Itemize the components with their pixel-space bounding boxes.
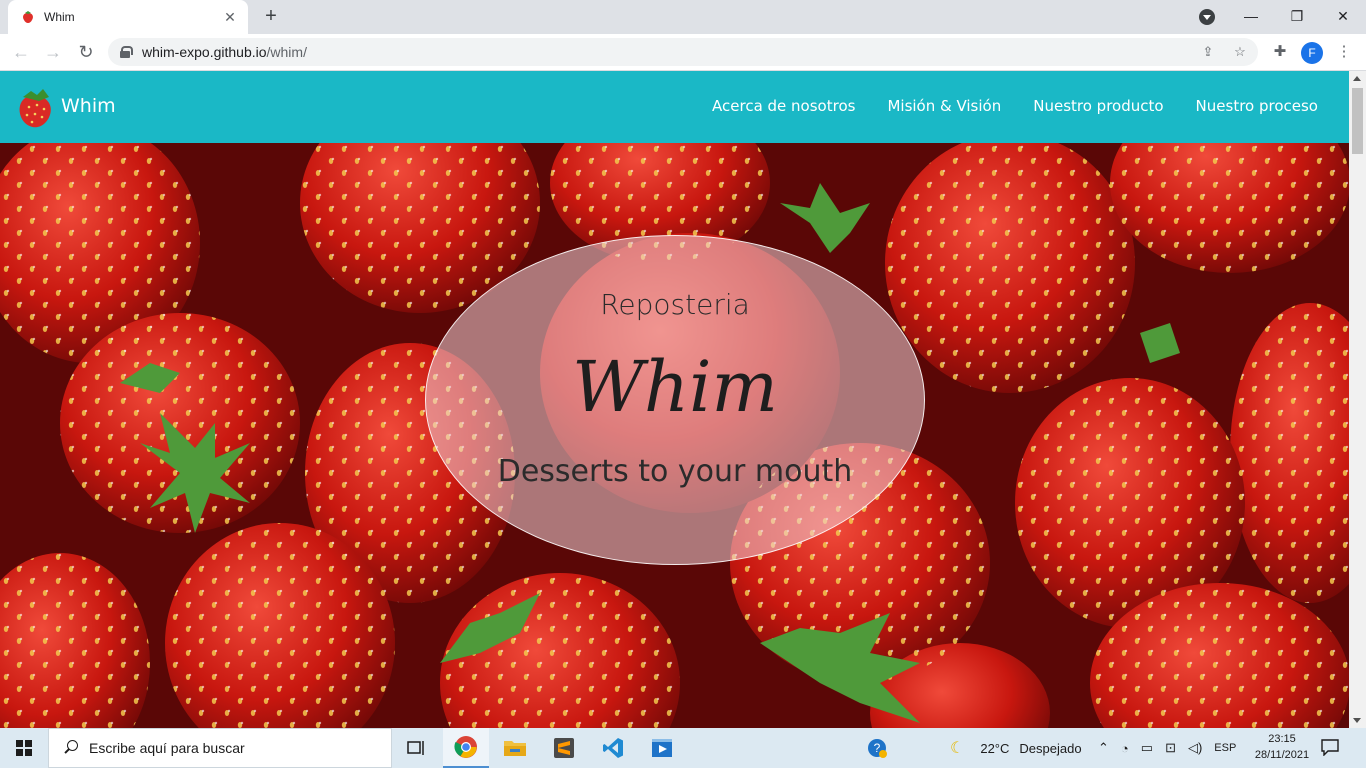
minimize-button[interactable]: — bbox=[1228, 0, 1274, 32]
url-host: whim-expo.github.io bbox=[142, 44, 267, 60]
hero-tagline: Desserts to your mouth bbox=[497, 454, 853, 489]
weather-desc: Despejado bbox=[1019, 740, 1082, 756]
site-navbar: Whim Acerca de nosotros Misión & Visión … bbox=[0, 71, 1349, 143]
weather-widget[interactable]: ☾ 22°C Despejado bbox=[950, 728, 1082, 768]
new-tab-button[interactable]: + bbox=[259, 5, 283, 29]
notifications-icon[interactable] bbox=[1320, 738, 1342, 758]
scroll-up-icon[interactable] bbox=[1353, 76, 1361, 81]
hero-oval-card: Reposteria Whim Desserts to your mouth bbox=[425, 235, 925, 565]
browser-tabstrip: Whim ✕ + — ❐ ✕ bbox=[0, 0, 1366, 34]
url-path: /whim/ bbox=[266, 44, 307, 60]
strawberry-logo-icon[interactable] bbox=[15, 85, 57, 129]
windows-logo-icon bbox=[16, 740, 32, 756]
vscode-icon[interactable] bbox=[590, 728, 636, 768]
strawberry-favicon-icon bbox=[23, 11, 33, 23]
volume-icon[interactable]: ◁) bbox=[1188, 740, 1202, 756]
help-icon[interactable]: ? bbox=[866, 728, 888, 768]
hero-section: Reposteria Whim Desserts to your mouth bbox=[0, 143, 1349, 728]
network-icon[interactable]: ⊡ bbox=[1165, 740, 1176, 756]
forward-arrow-icon[interactable]: → bbox=[41, 40, 65, 64]
tab-title: Whim bbox=[44, 10, 75, 24]
moon-icon: ☾ bbox=[950, 740, 965, 757]
file-explorer-icon[interactable] bbox=[492, 728, 538, 768]
nav-link-mission[interactable]: Misión & Visión bbox=[887, 97, 1001, 115]
search-placeholder: Escribe aquí para buscar bbox=[89, 740, 245, 756]
search-icon bbox=[63, 740, 79, 756]
start-button[interactable] bbox=[0, 728, 48, 768]
media-player-icon[interactable] bbox=[639, 728, 685, 768]
language-indicator[interactable]: ESP bbox=[1214, 742, 1236, 754]
system-tray: ⌃ ◔ ▭ ⊡ ◁) ESP bbox=[1098, 728, 1236, 768]
clock-date: 28/11/2021 bbox=[1254, 749, 1310, 761]
nav-link-process[interactable]: Nuestro proceso bbox=[1196, 97, 1318, 115]
bookmark-star-icon[interactable]: ☆ bbox=[1232, 44, 1248, 60]
task-view-icon[interactable] bbox=[393, 728, 439, 768]
weather-temp: 22°C bbox=[980, 740, 1010, 756]
windows-taskbar: Escribe aquí para buscar ? ☾ 22°C Despej… bbox=[0, 728, 1366, 768]
chrome-icon[interactable] bbox=[443, 728, 489, 768]
restore-button[interactable]: ❐ bbox=[1274, 0, 1320, 32]
hero-title: Whim bbox=[572, 346, 778, 428]
back-arrow-icon[interactable]: ← bbox=[9, 40, 33, 64]
close-window-button[interactable]: ✕ bbox=[1320, 0, 1366, 32]
menu-kebab-icon[interactable]: ⋮ bbox=[1334, 42, 1354, 62]
hero-subtitle: Reposteria bbox=[600, 288, 750, 321]
chevron-up-icon[interactable]: ⌃ bbox=[1098, 740, 1109, 756]
page-viewport: Whim Acerca de nosotros Misión & Visión … bbox=[0, 71, 1349, 728]
battery-icon[interactable]: ▭ bbox=[1141, 740, 1153, 756]
address-bar[interactable]: whim-expo.github.io /whim/ ⇪ ☆ bbox=[108, 38, 1258, 66]
tab-search-icon[interactable] bbox=[1199, 9, 1215, 25]
wifi-icon[interactable]: ◔ bbox=[1121, 741, 1129, 756]
taskbar-search[interactable]: Escribe aquí para buscar bbox=[48, 728, 392, 768]
lock-icon[interactable] bbox=[120, 46, 133, 58]
brand-name[interactable]: Whim bbox=[61, 95, 116, 117]
reload-icon[interactable]: ↻ bbox=[74, 40, 98, 64]
sublime-text-icon[interactable] bbox=[541, 728, 587, 768]
nav-link-about[interactable]: Acerca de nosotros bbox=[712, 97, 855, 115]
extensions-puzzle-icon[interactable]: ✚ bbox=[1270, 42, 1290, 62]
browser-toolbar: ← → ↻ whim-expo.github.io /whim/ ⇪ ☆ ✚ F… bbox=[0, 34, 1366, 71]
scroll-down-icon[interactable] bbox=[1353, 718, 1361, 723]
tab-close-icon[interactable]: ✕ bbox=[222, 9, 238, 25]
browser-tab[interactable]: Whim ✕ bbox=[8, 0, 248, 34]
scrollbar-thumb[interactable] bbox=[1352, 88, 1363, 154]
nav-link-product[interactable]: Nuestro producto bbox=[1033, 97, 1163, 115]
clock-time: 23:15 bbox=[1268, 733, 1296, 745]
nav-links: Acerca de nosotros Misión & Visión Nuest… bbox=[712, 97, 1318, 115]
share-icon[interactable]: ⇪ bbox=[1200, 44, 1216, 60]
page-scrollbar[interactable] bbox=[1349, 71, 1366, 728]
profile-avatar[interactable]: F bbox=[1301, 42, 1323, 64]
clock[interactable]: 23:15 28/11/2021 bbox=[1248, 731, 1316, 763]
